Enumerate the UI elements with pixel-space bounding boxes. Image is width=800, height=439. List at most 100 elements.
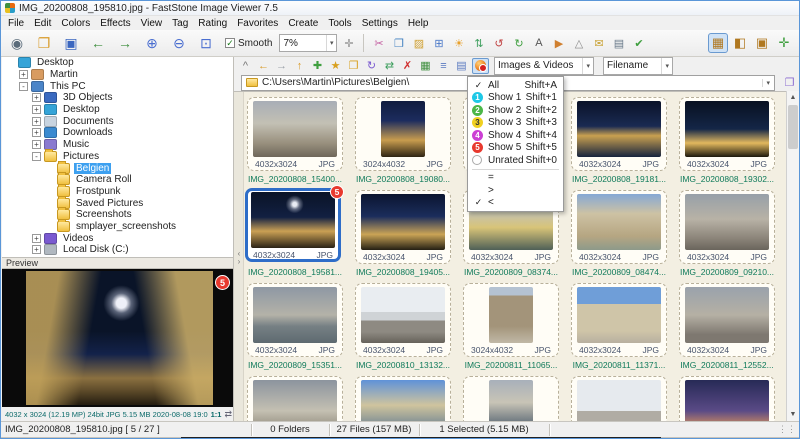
toolbar-button-prev-image[interactable]: ← — [86, 32, 110, 54]
toolbar-button-rename[interactable]: A — [530, 34, 547, 52]
viewer-view-button[interactable]: ◧ — [730, 33, 750, 53]
fullscreen-view-button[interactable]: ▣ — [752, 33, 772, 53]
tree-item-documents[interactable]: +Documents — [2, 115, 233, 127]
tree-item-music[interactable]: +Music — [2, 139, 233, 151]
thumbnail-card[interactable] — [463, 376, 559, 421]
sort-combo[interactable]: Filename▾ — [603, 57, 673, 75]
toolbar-button-zoom-in[interactable]: ⊕ — [140, 32, 164, 54]
toolbar-button-favorite-folder[interactable]: ★ — [327, 57, 344, 75]
menu-tools[interactable]: Tools — [323, 18, 356, 29]
thumbnail-card[interactable] — [571, 376, 667, 421]
preview-image[interactable] — [26, 271, 213, 405]
toolbar-button-next-image[interactable]: → — [113, 32, 137, 54]
browser-view-button[interactable]: ▦ — [708, 33, 728, 53]
tree-item-belgien[interactable]: Belgien — [2, 162, 233, 174]
menu-item-item[interactable]: = — [468, 172, 563, 185]
thumbnail-card[interactable]: 4032x3024JPG — [247, 97, 343, 171]
scrollbar-thumb[interactable] — [788, 105, 798, 149]
tree-item-downloads[interactable]: +Downloads — [2, 127, 233, 139]
scroll-up-icon[interactable]: ▲ — [787, 91, 799, 104]
toolbar-button-actual-size[interactable]: ⊡ — [194, 32, 218, 54]
thumbnail-card[interactable]: 4032x3024JPG — [679, 283, 775, 357]
tree-item-smplayer-screenshots[interactable]: smplayer_screenshots — [2, 221, 233, 233]
tree-item-this-pc[interactable]: -This PC — [2, 80, 233, 92]
menu-create[interactable]: Create — [283, 18, 323, 29]
thumbnail-card[interactable]: 4032x3024JPG — [571, 283, 667, 357]
menu-view[interactable]: View — [136, 18, 168, 29]
menu-effects[interactable]: Effects — [95, 18, 135, 29]
tree-item-martin[interactable]: +Martin — [2, 69, 233, 81]
toolbar-button-email[interactable]: ✉ — [590, 34, 607, 52]
toolbar-button-refresh[interactable]: ↻ — [363, 57, 380, 75]
menu-settings[interactable]: Settings — [357, 18, 403, 29]
copy-path-button[interactable]: ❐ — [781, 75, 798, 91]
toolbar-button-list-view[interactable]: ≡ — [435, 57, 452, 75]
menu-file[interactable]: File — [3, 18, 29, 29]
tree-item-camera-roll[interactable]: Camera Roll — [2, 174, 233, 186]
menu-item-show-5[interactable]: 5Show 5Shift+5 — [468, 142, 563, 155]
toolbar-button-back[interactable]: ← — [255, 57, 272, 75]
expand-icon[interactable]: + — [32, 93, 41, 102]
toolbar-button-transfer[interactable]: ⇄ — [381, 57, 398, 75]
compare-size-icon[interactable]: ⇄ — [224, 409, 232, 420]
toolbar-button-new-folder[interactable]: ✚ — [309, 57, 326, 75]
toolbar-button-recent-folder[interactable]: ❐ — [345, 57, 362, 75]
thumbnail-card[interactable]: 3024x4032JPG — [355, 97, 451, 171]
thumbnail-card[interactable]: 3024x4032JPG — [463, 283, 559, 357]
thumbnail-card[interactable]: 4032x3024JPG — [679, 97, 775, 171]
zoom-level-combo[interactable]: 7%▾ — [279, 34, 337, 52]
tree-item-local-disk-c[interactable]: +Local Disk (C:) — [2, 244, 233, 256]
thumbnail-card[interactable] — [355, 376, 451, 421]
thumbnail-card[interactable]: 4032x3024JPG — [679, 190, 775, 264]
toolbar-button-copy-move[interactable]: ❐ — [390, 34, 407, 52]
grid-scrollbar[interactable]: ▲ ▼ — [786, 91, 799, 421]
splitter-collapse-icon[interactable]: ‹› — [235, 250, 243, 266]
thumbnail-card[interactable]: 4032x3024JPG — [247, 283, 343, 357]
expand-icon[interactable]: + — [19, 70, 28, 79]
toolbar-button-scan[interactable]: △ — [570, 34, 587, 52]
menu-help[interactable]: Help — [403, 18, 434, 29]
rating-filter-button[interactable] — [472, 58, 489, 74]
menu-item-item[interactable]: > — [468, 184, 563, 197]
menu-item-item[interactable]: ✓< — [468, 197, 563, 210]
menu-edit[interactable]: Edit — [29, 18, 56, 29]
thumbnail-card[interactable]: 4032x3024JPG — [355, 190, 451, 264]
menu-colors[interactable]: Colors — [56, 18, 95, 29]
toolbar-button-detail-view[interactable]: ▤ — [453, 57, 470, 75]
thumbnail-card[interactable] — [247, 376, 343, 421]
toolbar-button-forward[interactable]: → — [273, 57, 290, 75]
expand-icon[interactable]: + — [32, 245, 41, 254]
toolbar-button-slideshow[interactable]: ▶ — [550, 34, 567, 52]
toolbar-button-colors[interactable]: ☀ — [450, 34, 467, 52]
toolbar-button-thumbnail-view[interactable]: ▦ — [417, 57, 434, 75]
toolbar-button-draw[interactable]: ▨ — [410, 34, 427, 52]
toolbar-button-crop[interactable]: ✂ — [370, 34, 387, 52]
smooth-checkbox[interactable]: ✓Smooth — [225, 38, 272, 49]
tree-item-saved-pictures[interactable]: Saved Pictures — [2, 197, 233, 209]
resize-grip-icon[interactable]: ⋮⋮ — [778, 424, 796, 435]
menu-item-show-3[interactable]: 3Show 3Shift+3 — [468, 117, 563, 130]
tree-item-3d-objects[interactable]: +3D Objects — [2, 92, 233, 104]
toolbar-button-delete[interactable]: ✗ — [399, 57, 416, 75]
splitter-gutter[interactable]: ‹› — [234, 92, 244, 421]
toolbar-button-rotate-right[interactable]: ↻ — [510, 34, 527, 52]
expand-icon[interactable]: + — [32, 117, 41, 126]
toolbar-button-capture[interactable]: ◉ — [5, 32, 29, 54]
menu-item-show-2[interactable]: 2Show 2Shift+2 — [468, 104, 563, 117]
chevron-down-icon[interactable]: ▾ — [762, 79, 770, 87]
expand-icon[interactable]: + — [32, 128, 41, 137]
menu-item-show-4[interactable]: 4Show 4Shift+4 — [468, 129, 563, 142]
scroll-down-icon[interactable]: ▼ — [787, 408, 799, 421]
menu-rating[interactable]: Rating — [193, 18, 232, 29]
toolbar-button-zoom-out[interactable]: ⊖ — [167, 32, 191, 54]
thumbnail-card[interactable]: 4032x3024JPG — [571, 97, 667, 171]
collapse-icon[interactable]: - — [32, 152, 41, 161]
fit-window-button[interactable]: ✛ — [774, 33, 794, 53]
menu-favorites[interactable]: Favorites — [232, 18, 283, 29]
menu-tag[interactable]: Tag — [167, 18, 193, 29]
collapse-icon[interactable]: - — [19, 82, 28, 91]
tree-item-screenshots[interactable]: Screenshots — [2, 209, 233, 221]
toolbar-button-rotate-left[interactable]: ↺ — [490, 34, 507, 52]
expand-icon[interactable]: + — [32, 140, 41, 149]
toolbar-button-resize[interactable]: ⇅ — [470, 34, 487, 52]
